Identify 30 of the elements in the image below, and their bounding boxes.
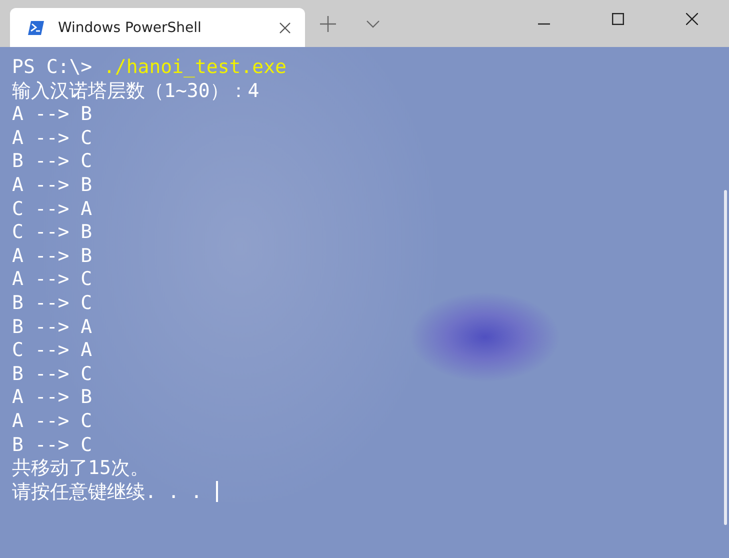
output-line: 请按任意键继续. . . <box>12 480 202 503</box>
minimize-icon[interactable] <box>538 23 550 25</box>
new-tab-icon[interactable] <box>320 16 336 32</box>
tab[interactable]: Windows PowerShell <box>10 8 305 47</box>
dropdown-caret-icon[interactable] <box>366 20 380 28</box>
output-line: C --> A <box>12 339 92 362</box>
output-line: B --> C <box>12 150 92 172</box>
output-line: A --> C <box>12 268 92 290</box>
output-line: B --> C <box>12 292 92 314</box>
output-line: C --> B <box>12 221 92 244</box>
output-line: A --> C <box>12 410 92 432</box>
shell-prompt: PS C:\> <box>12 56 92 78</box>
close-tab-icon[interactable] <box>279 22 291 34</box>
output-line: B --> C <box>12 362 92 385</box>
output-line: A --> B <box>12 103 92 126</box>
output-line: 共移动了15次。 <box>12 457 149 480</box>
output-line: B --> A <box>12 316 92 338</box>
output-line: A --> B <box>12 174 92 196</box>
close-icon[interactable] <box>686 13 698 25</box>
maximize-icon[interactable] <box>612 13 624 25</box>
output-line: C --> A <box>12 198 92 220</box>
text-cursor <box>216 480 218 502</box>
output-line: 输入汉诺塔层数（1~30）：4 <box>12 80 260 102</box>
scrollbar-thumb[interactable] <box>724 190 727 525</box>
powershell-icon <box>28 20 44 34</box>
output-line: A --> C <box>12 126 92 149</box>
command-text: ./hanoi_test.exe <box>103 56 286 78</box>
output-line: B --> C <box>12 434 92 456</box>
output-line: A --> B <box>12 244 92 267</box>
output-line: A --> B <box>12 386 92 408</box>
